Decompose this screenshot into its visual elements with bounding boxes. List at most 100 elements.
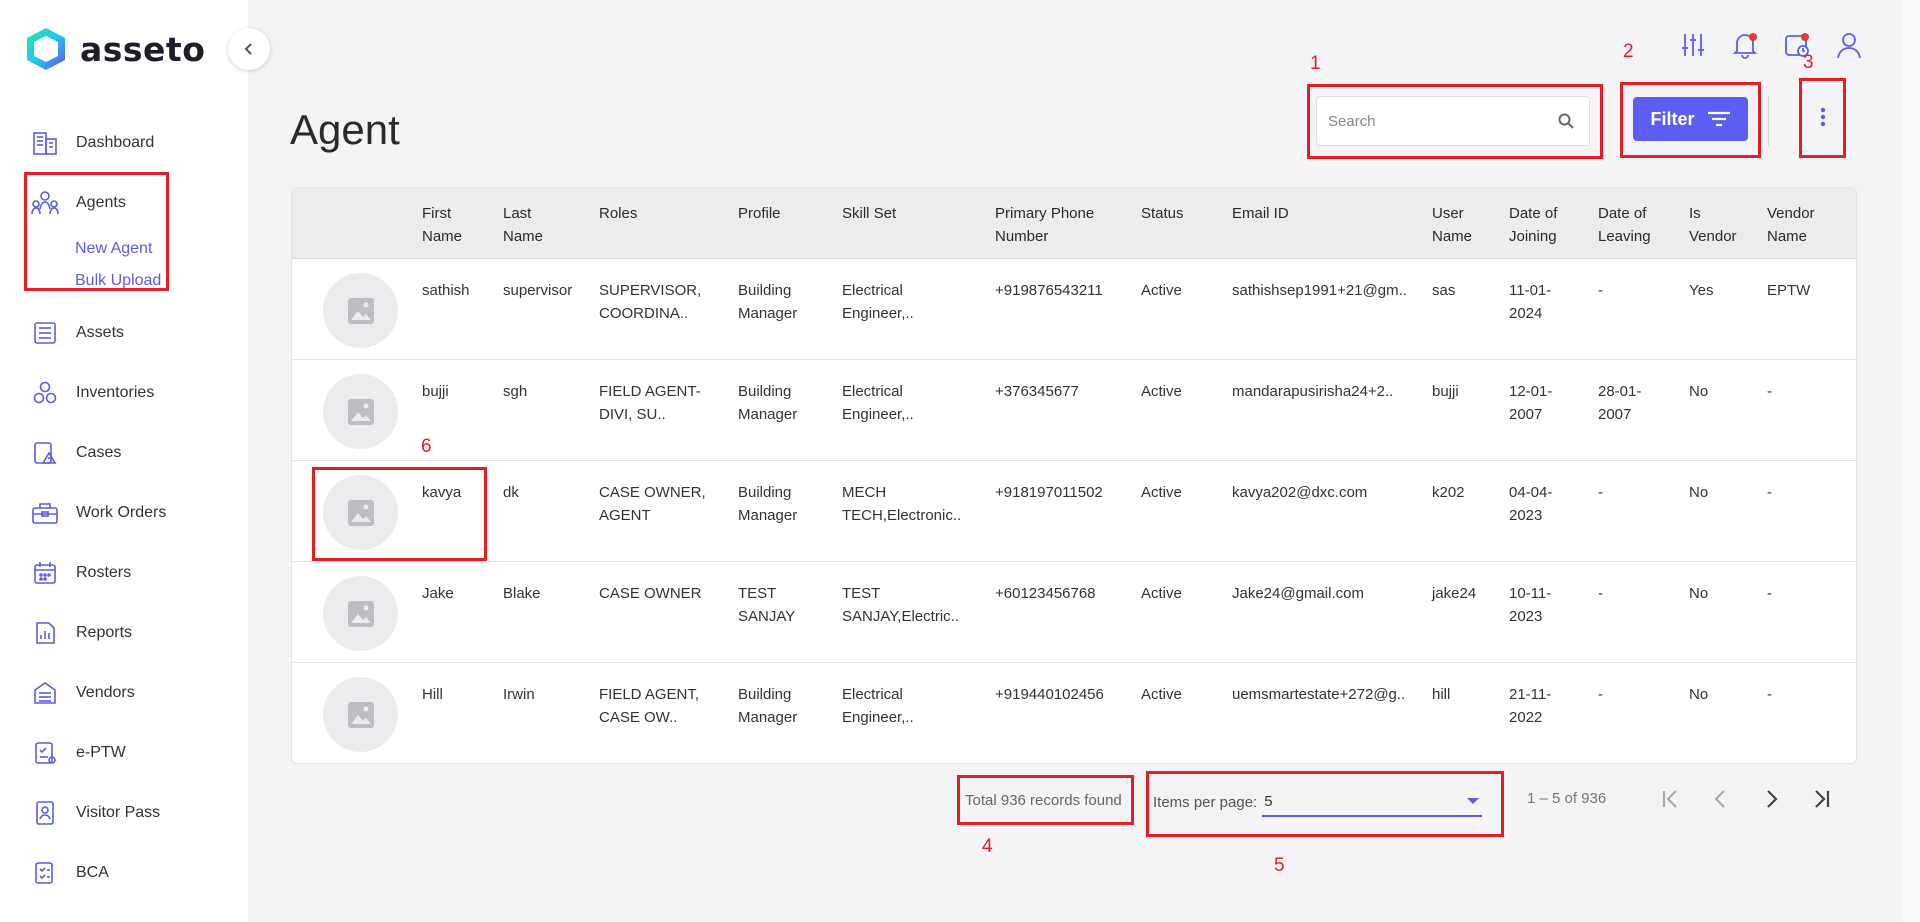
avatar[interactable] — [323, 273, 398, 348]
image-placeholder-icon — [347, 297, 374, 324]
cell-email: kavya202@dxc.com — [1232, 484, 1368, 501]
chevron-left-icon — [1714, 790, 1725, 808]
cell-user-name: jake24 — [1432, 585, 1477, 602]
sidebar-item-reports[interactable]: Reports — [0, 603, 248, 663]
annotation-box-avatar — [312, 467, 487, 561]
cell-vendor-name: - — [1767, 585, 1772, 602]
table-body: sathish supervisor SUPERVISOR, COORDINA..… — [292, 259, 1856, 763]
vendors-icon — [30, 678, 60, 708]
cell-profile: Building Manager — [738, 484, 798, 524]
table-header: First Name Last Name Roles Profile Skill S… — [292, 188, 1856, 259]
table-row[interactable]: bujji sgh FIELD AGENT- DIVI, SU.. Buildin… — [292, 360, 1856, 461]
cell-is-vendor: No — [1689, 585, 1709, 602]
cell-first-name: Jake — [422, 585, 454, 602]
avatar[interactable] — [323, 374, 398, 449]
sidebar-item-label: Vendors — [76, 684, 135, 701]
reports-icon — [30, 618, 60, 648]
cell-profile: Building Manager — [738, 383, 798, 423]
image-placeholder-icon — [347, 701, 374, 728]
avatar[interactable] — [323, 576, 398, 651]
cell-is-vendor: No — [1689, 484, 1709, 501]
sidebar-item-cases[interactable]: Cases — [0, 423, 248, 483]
column-header-skill-set[interactable]: Skill Set — [842, 202, 896, 225]
column-header-status[interactable]: Status — [1141, 202, 1184, 225]
cell-last-name: sgh — [503, 383, 528, 400]
column-header-date-of-joining[interactable]: Date of Joining — [1509, 202, 1557, 248]
avatar[interactable] — [323, 677, 398, 752]
visitor-pass-icon — [30, 798, 60, 828]
column-header-is-vendor[interactable]: Is Vendor — [1689, 202, 1737, 248]
app-name: asseto — [80, 29, 206, 69]
annotation-box-more — [1799, 78, 1846, 158]
annotation-number-3: 3 — [1803, 52, 1814, 73]
cell-phone: +919876543211 — [995, 282, 1103, 299]
cell-skill-set: Electrical Engineer,.. — [842, 383, 914, 423]
notifications-button[interactable] — [1730, 30, 1760, 60]
cell-roles: FIELD AGENT, CASE OW.. — [599, 686, 700, 726]
sidebar-item-work-orders[interactable]: Work Orders — [0, 483, 248, 543]
sidebar-item-label: Visitor Pass — [76, 804, 161, 821]
cell-skill-set: Electrical Engineer,.. — [842, 686, 914, 726]
next-page-button[interactable] — [1755, 783, 1787, 815]
table-row[interactable]: sathish supervisor SUPERVISOR, COORDINA..… — [292, 259, 1856, 360]
table-row[interactable]: Jake Blake CASE OWNER TEST SANJAY TEST SAN… — [292, 562, 1856, 663]
header-actions — [1678, 30, 1864, 60]
annotation-box-filter — [1620, 82, 1761, 158]
column-header-profile[interactable]: Profile — [738, 202, 781, 225]
column-header-vendor-name[interactable]: Vendor Name — [1767, 202, 1815, 248]
sidebar-item-visitor-pass[interactable]: Visitor Pass — [0, 783, 248, 843]
annotation-box-items-per-page — [1146, 771, 1504, 837]
sidebar-item-label: BCA — [76, 864, 109, 881]
cell-is-vendor: Yes — [1689, 282, 1714, 299]
header-divider — [1768, 96, 1769, 146]
sidebar-item-label: Cases — [76, 444, 122, 461]
column-header-email[interactable]: Email ID — [1232, 202, 1289, 225]
column-header-last-name[interactable]: Last Name — [503, 202, 543, 248]
sidebar-item-label: Assets — [76, 324, 125, 341]
notification-badge — [1749, 33, 1757, 41]
sidebar-item-assets[interactable]: Assets — [0, 303, 248, 363]
sidebar-collapse-button[interactable] — [228, 28, 270, 70]
sidebar-item-eptw[interactable]: e-PTW — [0, 723, 248, 783]
cell-user-name: sas — [1432, 282, 1456, 299]
user-icon — [1837, 33, 1861, 59]
sidebar-item-label: Rosters — [76, 564, 132, 581]
sidebar-item-vendors[interactable]: Vendors — [0, 663, 248, 723]
rosters-icon — [30, 558, 60, 588]
app-logo[interactable]: asseto — [24, 26, 205, 72]
cell-status: Active — [1141, 484, 1182, 501]
cell-last-name: Blake — [503, 585, 541, 602]
annotation-box-search — [1307, 84, 1603, 159]
logo-icon — [27, 28, 65, 70]
table-row[interactable]: kavya dk CASE OWNER, AGENT Building Manage… — [292, 461, 1856, 562]
settings-sliders-button[interactable] — [1678, 30, 1708, 60]
column-header-user-name[interactable]: User Name — [1432, 202, 1472, 248]
sidebar-item-dashboard[interactable]: Dashboard — [0, 113, 248, 173]
cell-last-name: dk — [503, 484, 519, 501]
profile-button[interactable] — [1834, 30, 1864, 60]
last-page-button[interactable] — [1805, 783, 1837, 815]
sidebar-item-inventories[interactable]: Inventories — [0, 363, 248, 423]
cell-status: Active — [1141, 282, 1182, 299]
sidebar-item-bca[interactable]: BCA — [0, 843, 248, 903]
column-header-roles[interactable]: Roles — [599, 202, 637, 225]
inventories-icon — [30, 378, 60, 408]
previous-page-button[interactable] — [1705, 783, 1737, 815]
column-header-first-name[interactable]: First Name — [422, 202, 462, 248]
cell-user-name: bujji — [1432, 383, 1459, 400]
cell-email: mandarapusirisha24+2.. — [1232, 383, 1394, 400]
sidebar-item-rosters[interactable]: Rosters — [0, 543, 248, 603]
image-placeholder-icon — [347, 600, 374, 627]
annotation-number-5: 5 — [1274, 855, 1285, 876]
cell-is-vendor: No — [1689, 686, 1709, 703]
column-header-primary-phone[interactable]: Primary Phone Number — [995, 202, 1094, 248]
first-page-button[interactable] — [1655, 783, 1687, 815]
eptw-icon — [30, 738, 60, 768]
table-row[interactable]: Hill Irwin FIELD AGENT, CASE OW.. Buildin… — [292, 663, 1856, 763]
pagination-controls — [1655, 783, 1837, 815]
page-scrollbar[interactable] — [1903, 0, 1920, 922]
page-title: Agent — [290, 106, 400, 153]
chevron-right-icon — [1767, 790, 1778, 808]
annotation-box-records — [957, 775, 1134, 825]
column-header-date-of-leaving[interactable]: Date of Leaving — [1598, 202, 1651, 248]
